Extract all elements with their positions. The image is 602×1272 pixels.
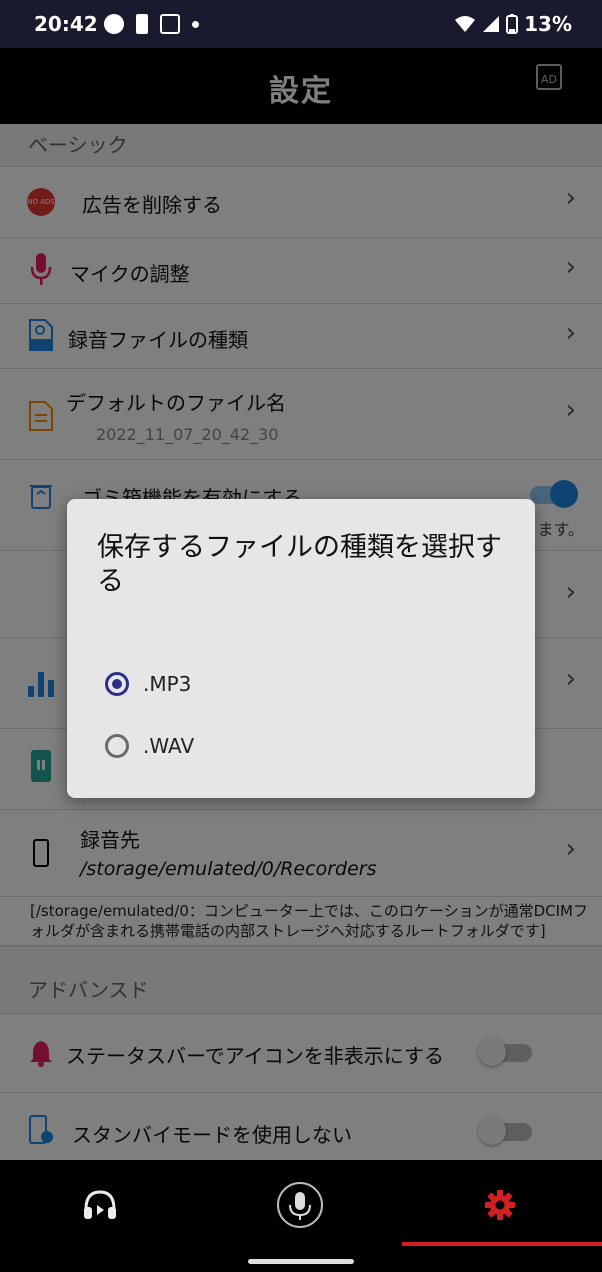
option-label: .WAV <box>143 734 195 758</box>
active-tab-indicator <box>402 1242 602 1246</box>
headphones-icon <box>84 1190 116 1219</box>
bottom-nav <box>0 1160 602 1272</box>
notification-circle-icon <box>104 14 124 34</box>
status-bar: 20:42 13% <box>0 0 602 48</box>
option-wav[interactable]: .WAV <box>105 726 194 766</box>
home-gesture-bar[interactable] <box>248 1259 354 1264</box>
battery-icon <box>506 14 519 34</box>
option-label: .MP3 <box>143 672 192 696</box>
radio-unselected-icon[interactable] <box>105 734 129 758</box>
gear-icon <box>485 1190 515 1220</box>
status-right: 13% <box>454 12 572 36</box>
signal-icon <box>483 16 500 32</box>
status-time: 20:42 <box>34 12 98 36</box>
tab-record[interactable] <box>200 1160 400 1250</box>
notification-app-icon <box>160 14 180 34</box>
more-notifications-icon <box>192 20 199 28</box>
tab-settings[interactable] <box>400 1160 600 1250</box>
option-mp3[interactable]: .MP3 <box>105 664 191 704</box>
notification-battery-icon <box>136 14 148 34</box>
microphone-icon <box>277 1182 323 1228</box>
file-type-dialog: 保存するファイルの種類を選択する .MP3 .WAV <box>67 499 535 798</box>
tab-playback[interactable] <box>0 1160 200 1250</box>
radio-selected-icon[interactable] <box>105 672 129 696</box>
notification-icons <box>104 14 199 34</box>
dialog-title: 保存するファイルの種類を選択する <box>97 532 502 597</box>
wifi-icon <box>455 16 476 32</box>
battery-percent: 13% <box>524 12 572 36</box>
